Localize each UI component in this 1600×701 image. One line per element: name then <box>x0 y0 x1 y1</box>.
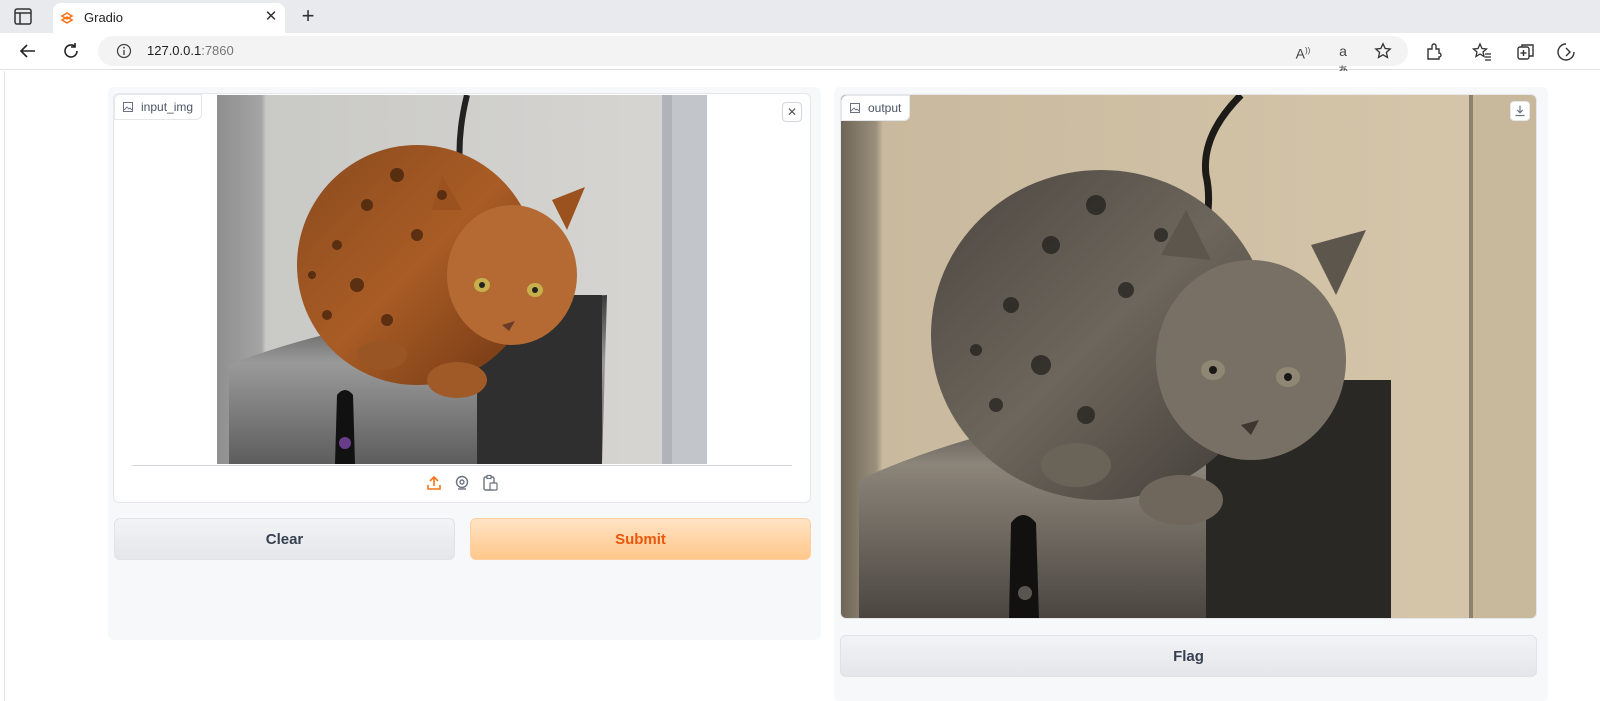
info-icon[interactable] <box>116 43 132 59</box>
favorite-star-icon[interactable] <box>1374 42 1392 60</box>
browser-essentials-icon[interactable] <box>1556 42 1576 62</box>
gradio-app: input_img ✕ Clear Submit output Flag <box>4 71 1600 701</box>
submit-button[interactable]: Submit <box>470 518 811 560</box>
clear-button[interactable]: Clear <box>114 518 455 560</box>
input-image-label: input_img <box>114 94 203 120</box>
input-cat-photo <box>217 95 707 464</box>
output-image-label: output <box>841 95 911 121</box>
back-icon[interactable] <box>17 40 39 62</box>
input-image-component[interactable]: input_img ✕ <box>113 93 811 503</box>
upload-icon[interactable] <box>425 474 443 492</box>
input-column: input_img ✕ Clear Submit <box>108 87 821 640</box>
tab-actions-icon[interactable] <box>14 8 32 25</box>
favorites-icon[interactable] <box>1472 42 1492 62</box>
input-image-label-text: input_img <box>141 100 194 114</box>
address-bar[interactable]: 127.0.0.1:7860 A)) aあ <box>98 36 1408 77</box>
gradio-logo-icon <box>60 12 74 24</box>
read-aloud-icon[interactable]: A)) <box>1294 42 1312 62</box>
url-text[interactable]: 127.0.0.1:7860 <box>147 43 234 58</box>
close-tab-icon[interactable]: ✕ <box>263 9 279 25</box>
image-source-selector <box>114 474 810 494</box>
flag-button[interactable]: Flag <box>840 635 1537 677</box>
browser-toolbar: 127.0.0.1:7860 A)) aあ <box>0 33 1600 77</box>
browser-tab-bar: Gradio ✕ + <box>0 0 1600 33</box>
output-image-label-text: output <box>868 101 902 115</box>
webcam-icon[interactable] <box>453 474 471 492</box>
image-icon <box>850 103 860 113</box>
browser-tab-gradio[interactable]: Gradio ✕ <box>53 3 285 33</box>
clipboard-icon[interactable] <box>481 474 499 492</box>
tab-title: Gradio <box>84 10 124 25</box>
output-column: output Flag <box>834 87 1548 701</box>
image-icon <box>123 102 133 112</box>
divider <box>132 465 792 466</box>
output-cat-photo-sepia <box>841 95 1536 618</box>
refresh-icon[interactable] <box>60 40 82 62</box>
download-icon[interactable] <box>1510 101 1530 121</box>
output-image-component: output <box>840 94 1537 619</box>
clear-image-close-icon[interactable]: ✕ <box>782 102 802 122</box>
translate-icon[interactable]: aあ <box>1334 42 1352 77</box>
new-tab-icon[interactable]: + <box>298 5 318 27</box>
collections-icon[interactable] <box>1516 42 1536 62</box>
extensions-icon[interactable] <box>1424 42 1444 62</box>
